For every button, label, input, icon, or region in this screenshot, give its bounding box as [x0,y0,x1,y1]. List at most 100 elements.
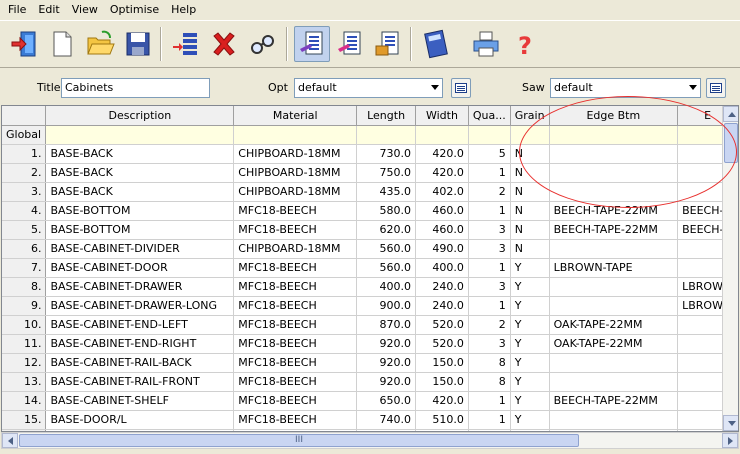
cell-width[interactable]: 520.0 [415,334,469,354]
row-number[interactable]: 14. [2,391,47,411]
cell-quantity[interactable]: 8 [468,372,511,392]
table-row[interactable]: 8. BASE-CABINET-DRAWER MFC18-BEECH 400.0 240… [2,277,738,297]
table-cell[interactable] [356,125,417,145]
cell-description[interactable]: BASE-CABINET-DRAWER [45,277,235,297]
cell-edge-btm[interactable] [549,372,679,392]
saw-select[interactable]: default [550,78,701,98]
cell-width[interactable]: 240.0 [415,277,469,297]
cell-width[interactable]: 460.0 [415,201,469,221]
cell-material[interactable]: CHIPBOARD-18MM [233,163,358,183]
cell-width[interactable]: 240.0 [415,296,469,316]
row-number[interactable]: 2. [2,163,47,183]
table-cell[interactable] [45,125,235,145]
table-row[interactable]: 4. BASE-BOTTOM MFC18-BEECH 580.0 460.0 1 N BEEC… [2,201,738,221]
cell-grain[interactable]: Y [510,353,550,373]
cell-quantity[interactable]: 3 [468,220,511,240]
scroll-down-button[interactable] [723,415,738,431]
vertical-scrollbar[interactable] [722,106,738,431]
cell-grain[interactable]: N [510,182,550,202]
cell-grain[interactable]: Y [510,315,550,335]
cell-description[interactable]: BASE-CABINET-SHELF [45,391,235,411]
cell-description[interactable]: BASE-CABINET-RAIL-FRONT [45,372,235,392]
cell-edge-btm[interactable] [549,144,679,164]
column-header-length[interactable]: Length [356,106,417,126]
cell-quantity[interactable]: 3 [468,334,511,354]
cell-edge-btm[interactable]: LBROWN-TAPE [549,258,679,278]
cell-quantity[interactable]: 2 [468,315,511,335]
row-number[interactable]: 3. [2,182,47,202]
board-list-button[interactable] [370,26,406,62]
cell-description[interactable]: BASE-CABINET-END-RIGHT [45,334,235,354]
cell-description[interactable]: BASE-CABINET-DOOR [45,258,235,278]
cell-quantity[interactable]: 8 [468,353,511,373]
cell-width[interactable]: 400.0 [415,258,469,278]
table-row[interactable]: 10. BASE-CABINET-END-LEFT MFC18-BEECH 870.0… [2,315,738,335]
scroll-right-button[interactable] [722,433,738,448]
cell-edge-btm[interactable]: BEECH-TAPE-22MM [549,220,679,240]
cell-edge-btm[interactable]: OAK-TAPE-22MM [549,315,679,335]
cell-width[interactable]: 420.0 [415,163,469,183]
help-button[interactable]: ? [506,26,542,62]
cell-edge-btm[interactable]: OAK-TAPE-22MM [549,334,679,354]
open-button[interactable] [82,26,118,62]
row-number[interactable]: 9. [2,296,47,316]
cell-grain[interactable]: N [510,239,550,259]
cell-material[interactable]: CHIPBOARD-18MM [233,144,358,164]
table-cell[interactable] [415,125,469,145]
cell-length[interactable]: 920.0 [356,372,417,392]
cell-description[interactable]: BASE-BOTTOM [45,220,235,240]
new-button[interactable] [44,26,80,62]
cell-material[interactable]: MFC18-BEECH [233,372,358,392]
cell-width[interactable]: 150.0 [415,372,469,392]
row-number[interactable]: 13. [2,372,47,392]
cell-width[interactable]: 460.0 [415,220,469,240]
cell-material[interactable]: MFC18-BEECH [233,391,358,411]
cell-length[interactable]: 870.0 [356,315,417,335]
opt-edit-button[interactable] [451,78,471,98]
cell-grain[interactable]: Y [510,277,550,297]
cell-length[interactable]: 920.0 [356,353,417,373]
cell-grain[interactable]: Y [510,372,550,392]
row-number[interactable]: 5. [2,220,47,240]
cell-description[interactable]: BASE-BACK [45,182,235,202]
cell-width[interactable]: 520.0 [415,315,469,335]
cell-description[interactable]: BASE-DOOR/L [45,410,235,430]
row-number[interactable]: 7. [2,258,47,278]
cell-length[interactable]: 560.0 [356,239,417,259]
cell-description[interactable]: BASE-CABINET-END-LEFT [45,315,235,335]
scroll-left-button[interactable] [2,433,18,448]
cell-quantity[interactable]: 1 [468,296,511,316]
cell-quantity[interactable]: 1 [468,410,511,430]
cell-length[interactable]: 580.0 [356,201,417,221]
insert-row-button[interactable] [168,26,204,62]
table-cell[interactable] [549,125,679,145]
horizontal-scroll-thumb[interactable]: III [19,434,579,447]
cell-edge-btm[interactable]: BEECH-TAPE-22MM [549,391,679,411]
column-header-edge-btm[interactable]: Edge Btm [549,106,679,126]
vertical-scroll-thumb[interactable] [724,123,738,163]
cell-quantity[interactable]: 3 [468,277,511,297]
cell-grain[interactable]: Y [510,391,550,411]
table-row[interactable]: 12. BASE-CABINET-RAIL-BACK MFC18-BEECH 920.… [2,353,738,373]
row-number[interactable]: 6. [2,239,47,259]
cell-quantity[interactable]: 1 [468,391,511,411]
cell-material[interactable]: MFC18-BEECH [233,315,358,335]
cell-grain[interactable]: N [510,144,550,164]
delete-row-button[interactable] [206,26,242,62]
cell-description[interactable]: BASE-CABINET-RAIL-BACK [45,353,235,373]
column-header-quantity[interactable]: Qua... [468,106,511,126]
cell-length[interactable]: 560.0 [356,258,417,278]
opt-select[interactable]: default [294,78,443,98]
cell-quantity[interactable]: 5 [468,144,511,164]
cell-quantity[interactable]: 2 [468,182,511,202]
table-cell[interactable] [468,125,511,145]
column-header-grain[interactable]: Grain [510,106,550,126]
cell-width[interactable]: 490.0 [415,239,469,259]
saw-edit-button[interactable] [706,78,726,98]
table-row[interactable]: 11. BASE-CABINET-END-RIGHT MFC18-BEECH 920.… [2,334,738,354]
menu-optimise[interactable]: Optimise [106,0,167,20]
cell-edge-btm[interactable] [549,182,679,202]
cell-description[interactable]: BASE-CABINET-DRAWER-LONG [45,296,235,316]
cell-width[interactable]: 420.0 [415,144,469,164]
cell-length[interactable]: 620.0 [356,220,417,240]
